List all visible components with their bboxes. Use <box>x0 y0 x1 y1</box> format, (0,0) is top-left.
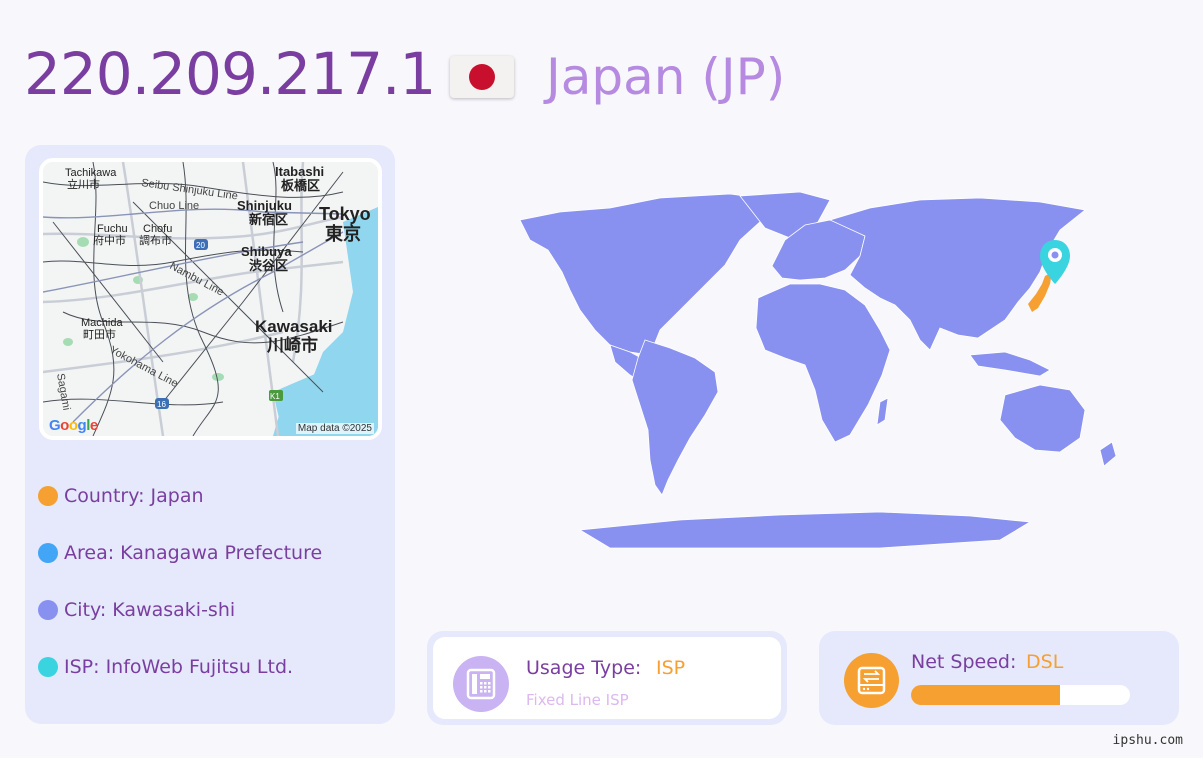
fax-phone-icon <box>453 656 509 712</box>
orange-dot-icon <box>38 485 58 506</box>
north-america-land <box>519 193 776 356</box>
usage-type-value: ISP <box>656 657 686 679</box>
map-label: 川崎市 <box>266 335 318 355</box>
area-info: Area: Kanagawa Prefecture <box>38 524 322 581</box>
map-label: 東京 <box>325 223 361 244</box>
blue-dot-icon <box>38 542 58 563</box>
map-label: 板橋区 <box>281 178 320 193</box>
net-speed-label: Net Speed: <box>911 651 1017 673</box>
location-mini-map[interactable]: Tachikawa 立川市 Seibu Shinjuku Line Itabas… <box>39 158 382 440</box>
map-label: 新宿区 <box>249 212 288 227</box>
net-speed-bar-fill <box>911 685 1060 705</box>
country-text: Country: Japan <box>64 484 204 507</box>
map-label: 府中市 <box>93 233 126 247</box>
map-label: Itabashi <box>275 164 324 179</box>
map-label: 立川市 <box>67 177 100 191</box>
map-label: Shibuya <box>241 244 292 259</box>
usage-type-card: Usage Type: ISP Fixed Line ISP <box>427 631 787 725</box>
net-speed-bar <box>911 685 1130 705</box>
route-20-shield: 20 <box>196 241 205 250</box>
map-label: Tokyo <box>319 204 371 224</box>
map-label: Chuo Line <box>149 200 199 212</box>
watermark: ipshu.com <box>1112 733 1183 748</box>
se-asia-land <box>969 351 1051 377</box>
map-label: Fuchu <box>97 223 128 235</box>
country-title: Japan (JP) <box>546 48 786 106</box>
world-map <box>519 191 1117 549</box>
city-info: City: Kawasaki-shi <box>38 581 322 638</box>
city-text: City: Kawasaki-shi <box>64 598 236 621</box>
map-label: 調布市 <box>139 233 172 247</box>
map-credit: Map data ©2025 <box>295 423 374 434</box>
madagascar-land <box>876 397 889 426</box>
net-speed-value: DSL <box>1026 651 1064 673</box>
japan-flag-icon <box>450 56 514 98</box>
network-drive-icon <box>844 653 899 708</box>
map-label: Machida <box>81 317 123 329</box>
k1-shield: K1 <box>270 392 280 401</box>
usage-type-label: Usage Type: <box>526 657 642 679</box>
map-label: 町田市 <box>83 327 116 341</box>
map-label: 渋谷区 <box>249 258 288 273</box>
purple-dot-icon <box>38 599 58 620</box>
map-label: Kawasaki <box>255 317 333 336</box>
net-speed-card: Net Speed: DSL <box>819 631 1179 725</box>
antarctica-land <box>578 511 1032 549</box>
australia-land <box>999 384 1086 453</box>
map-label: Tachikawa <box>65 167 117 179</box>
south-america-land <box>631 339 719 496</box>
map-label: Shinjuku <box>237 198 292 213</box>
google-logo: Google <box>49 417 98 434</box>
route-16-shield: 16 <box>157 400 166 409</box>
area-text: Area: Kanagawa Prefecture <box>64 541 323 564</box>
new-zealand-land <box>1099 441 1117 467</box>
usage-type-panel: Usage Type: ISP Fixed Line ISP <box>433 637 781 719</box>
ip-address-title: 220.209.217.1 <box>24 40 436 108</box>
country-info: Country: Japan <box>38 467 322 524</box>
usage-type-subtitle: Fixed Line ISP <box>526 691 629 709</box>
location-card: Tachikawa 立川市 Seibu Shinjuku Line Itabas… <box>25 145 395 724</box>
africa-land <box>755 283 891 443</box>
map-label: Chofu <box>143 223 172 235</box>
isp-info: ISP: InfoWeb Fujitsu Ltd. <box>38 638 322 695</box>
isp-text: ISP: InfoWeb Fujitsu Ltd. <box>64 655 294 678</box>
cyan-dot-icon <box>38 656 58 677</box>
info-list: Country: Japan Area: Kanagawa Prefecture… <box>38 467 322 695</box>
